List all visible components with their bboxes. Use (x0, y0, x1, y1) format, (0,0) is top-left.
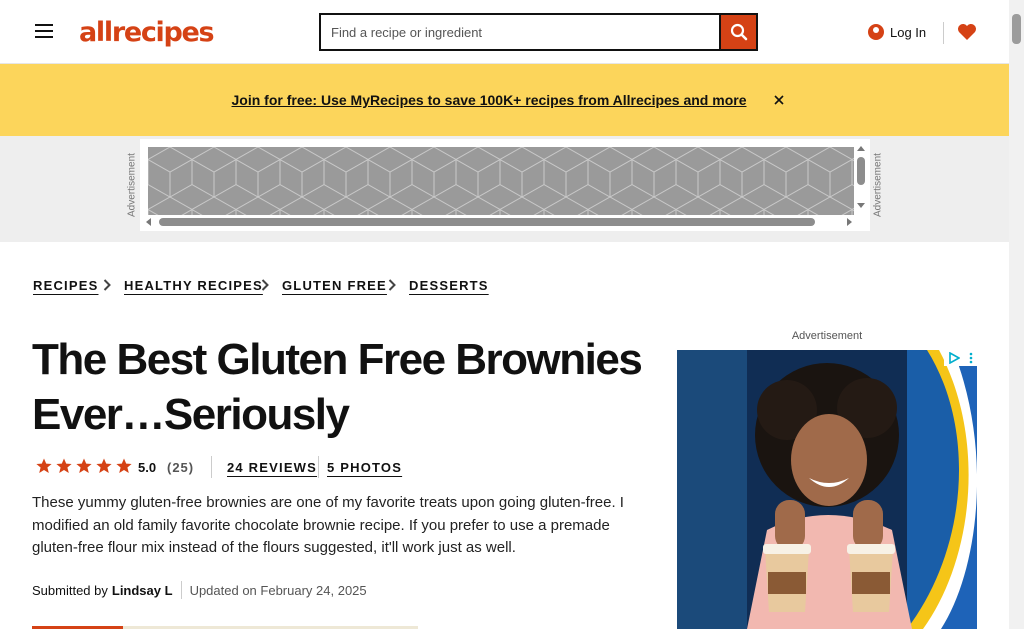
chevron-right-icon (102, 277, 112, 293)
star-icon (74, 457, 93, 475)
ad-horizontal-scrollbar[interactable] (145, 215, 853, 229)
search-bar (319, 13, 758, 51)
menu-icon[interactable] (30, 17, 58, 45)
recipe-title: The Best Gluten Free Brownies Ever…Serio… (32, 335, 643, 439)
user-icon (868, 24, 884, 40)
search-input[interactable] (319, 13, 719, 51)
site-logo[interactable]: allrecipes (79, 14, 215, 50)
star-icon (34, 457, 53, 475)
promo-close-button[interactable] (769, 89, 789, 111)
search-icon (730, 23, 747, 41)
heart-icon (958, 24, 976, 40)
more-options-icon (969, 352, 973, 364)
rating-stars[interactable] (34, 457, 133, 475)
star-icon (114, 457, 133, 475)
header-divider (943, 22, 944, 44)
recipe-byline: Submitted by Lindsay L Updated on Februa… (32, 580, 367, 600)
saved-recipes-button[interactable] (955, 18, 979, 46)
ad-vertical-scrollbar[interactable] (855, 145, 867, 211)
search-button[interactable] (719, 13, 758, 51)
author-link[interactable]: Lindsay L (112, 583, 173, 598)
page: allrecipes Log In Join for free: Use MyR… (0, 0, 1024, 629)
woman-coffee-ad-illustration (677, 350, 977, 629)
chevron-right-icon (260, 277, 270, 293)
reviews-divider (318, 456, 319, 478)
chevron-right-icon (387, 277, 397, 293)
breadcrumb-gluten-free[interactable]: GLUTEN FREE (282, 274, 387, 296)
adchoices-icon (949, 352, 961, 364)
page-scrollbar[interactable] (1009, 0, 1024, 629)
star-icon (54, 457, 73, 475)
star-icon (94, 457, 113, 475)
recipe-description: These yummy gluten-free brownies are one… (32, 494, 624, 556)
sidebar-ad-label: Advertisement (791, 330, 863, 342)
sidebar-ad-image[interactable] (677, 350, 977, 629)
close-icon (774, 95, 784, 105)
breadcrumb-healthy-recipes[interactable]: HEALTHY RECIPES (124, 274, 263, 296)
rating-divider (211, 456, 212, 478)
updated-date: Updated on February 24, 2025 (189, 582, 367, 598)
breadcrumb-desserts[interactable]: DESSERTS (409, 274, 489, 296)
page-scrollbar-thumb[interactable] (1012, 14, 1021, 44)
promo-join-link[interactable]: Join for free: Use MyRecipes to save 100… (221, 87, 757, 113)
rating-value[interactable]: 5.0 (138, 457, 164, 477)
photos-link[interactable]: 5 PHOTOS (327, 456, 402, 478)
submitted-by-label: Submitted by (32, 582, 108, 598)
adchoices-button[interactable] (944, 350, 977, 366)
hex-pattern (148, 147, 854, 215)
top-ad-image[interactable] (148, 147, 854, 215)
login-label: Log In (890, 24, 927, 40)
ad-label-left: Advertisement (126, 153, 138, 217)
rating-count: (25) (167, 459, 195, 475)
reviews-link[interactable]: 24 REVIEWS (227, 456, 317, 478)
ad-label-right: Advertisement (872, 153, 884, 217)
breadcrumb-recipes[interactable]: RECIPES (33, 274, 98, 296)
login-link[interactable]: Log In (868, 19, 926, 45)
logo-text: allrecipes (79, 16, 215, 48)
byline-divider (180, 581, 182, 599)
